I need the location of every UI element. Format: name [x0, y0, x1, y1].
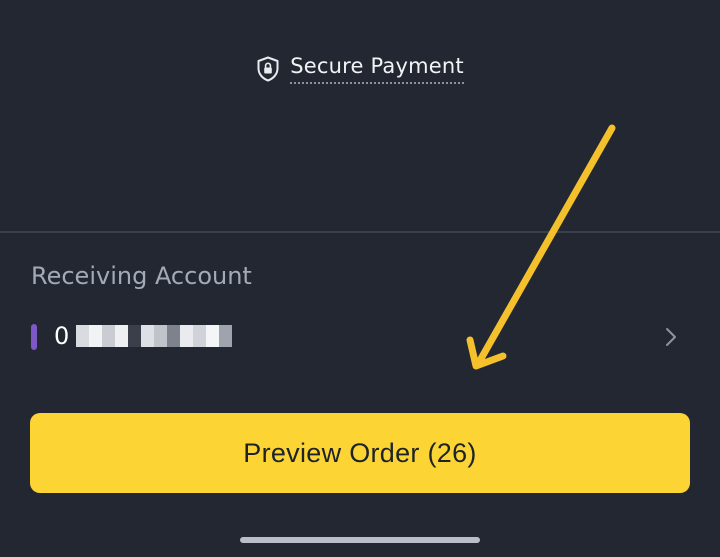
account-number-redaction [76, 325, 232, 347]
section-divider [0, 231, 720, 233]
receiving-account-label: Receiving Account [31, 262, 252, 290]
preview-order-button[interactable]: Preview Order (26) [30, 413, 690, 493]
chevron-right-icon[interactable] [662, 326, 680, 348]
secure-payment-link[interactable]: Secure Payment [256, 54, 464, 84]
home-indicator [240, 537, 480, 543]
receiving-account-row[interactable]: 0 [0, 318, 720, 356]
account-accent-bar [31, 324, 37, 350]
secure-payment-row[interactable]: Secure Payment [0, 54, 720, 84]
account-number: 0 [54, 322, 70, 350]
preview-order-label: Preview Order (26) [243, 437, 477, 468]
secure-payment-label[interactable]: Secure Payment [290, 54, 464, 84]
shield-lock-icon [257, 56, 279, 82]
